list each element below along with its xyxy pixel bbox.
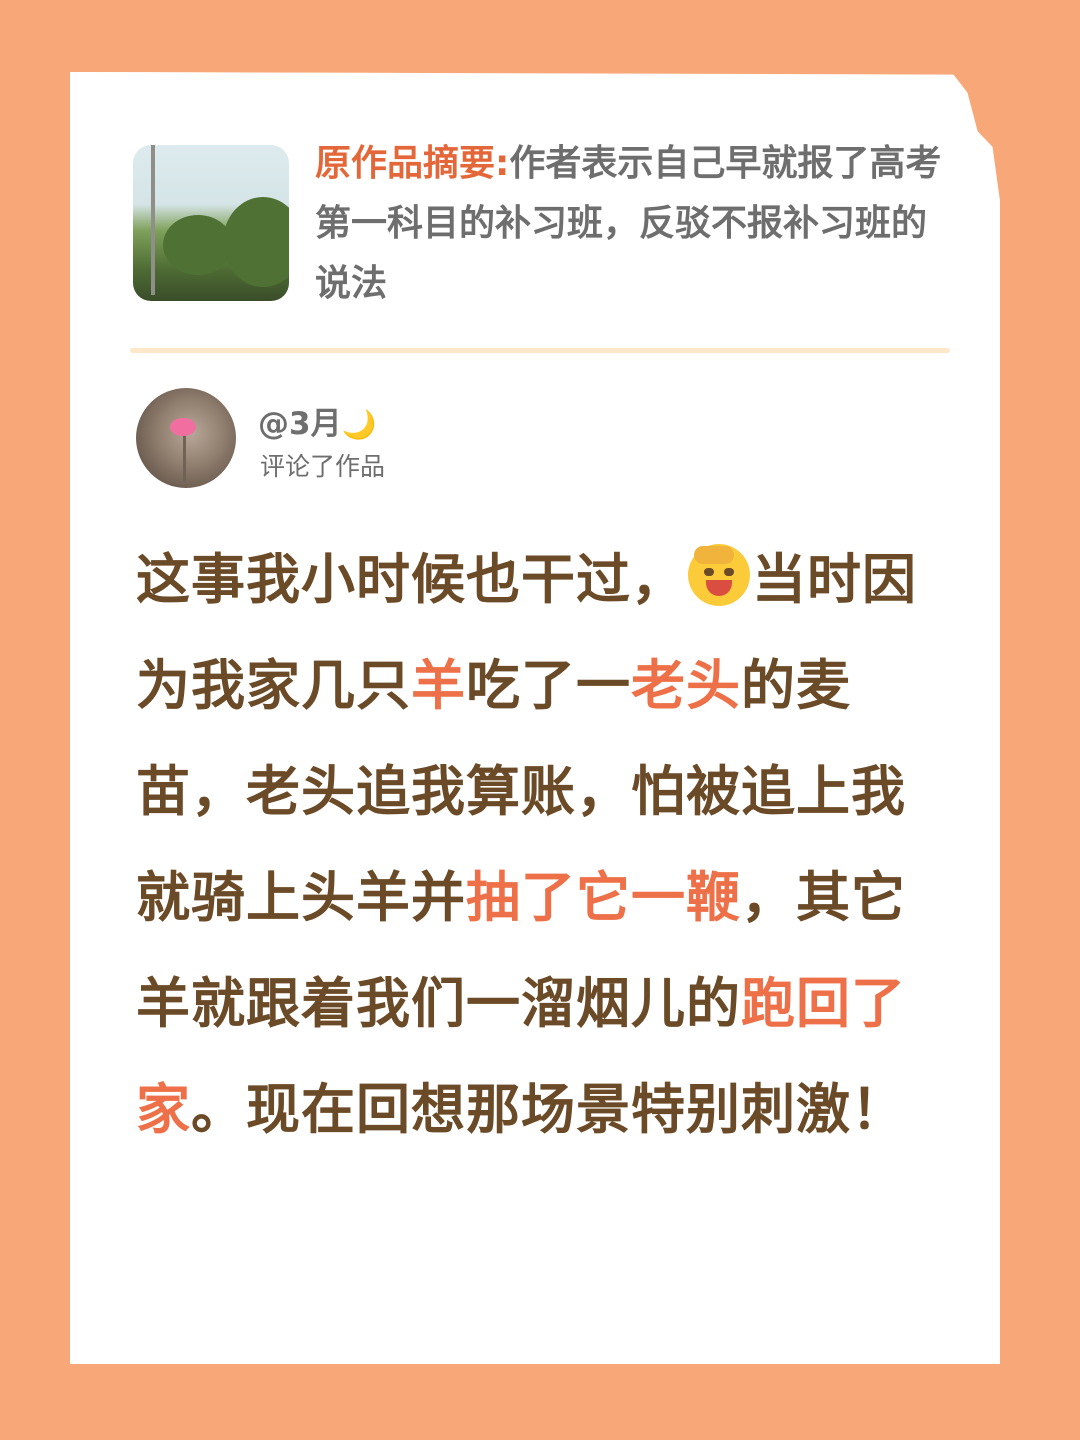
comment-card: 原作品摘要:作者表示自己早就报了高考第一科目的补习班，反驳不报补习班的说法 @3… (70, 72, 1000, 1364)
emoji-hand (694, 546, 734, 564)
comment-text: 。现在回想那场景特别刺激！ (191, 1078, 906, 1141)
comment-body: 这事我小时候也干过， 当时因为我家几只羊吃了一老头的麦苗，老头追我算账，怕被追上我… (136, 527, 936, 1163)
bush-shape (163, 215, 233, 275)
face-palm-laughing-icon (688, 544, 750, 606)
comment-text: 这事我小时候也干过， (136, 548, 686, 611)
emoji-mouth (706, 580, 732, 596)
original-summary: 原作品摘要:作者表示自己早就报了高考第一科目的补习班，反驳不报补习班的说法 (315, 134, 955, 314)
flower-stem-shape (183, 432, 186, 482)
highlight-text: 羊 (411, 654, 466, 717)
divider (130, 348, 950, 353)
summary-label: 原作品摘要: (315, 143, 510, 184)
moon-icon: 🌙 (341, 408, 377, 441)
avatar[interactable] (136, 388, 236, 488)
username[interactable]: @3月🌙 (258, 398, 376, 443)
highlight-text: 抽了它一鞭 (466, 866, 741, 929)
username-text: @3月 (258, 406, 342, 442)
pole-shape (151, 145, 155, 295)
emoji-eye (704, 568, 714, 576)
highlight-text: 老头 (631, 654, 741, 717)
action-text: 评论了作品 (260, 452, 386, 481)
emoji-eye (724, 568, 734, 576)
comment-text: 吃了一 (466, 654, 631, 717)
flower-shape (170, 418, 196, 436)
original-post-thumbnail[interactable] (133, 145, 289, 301)
